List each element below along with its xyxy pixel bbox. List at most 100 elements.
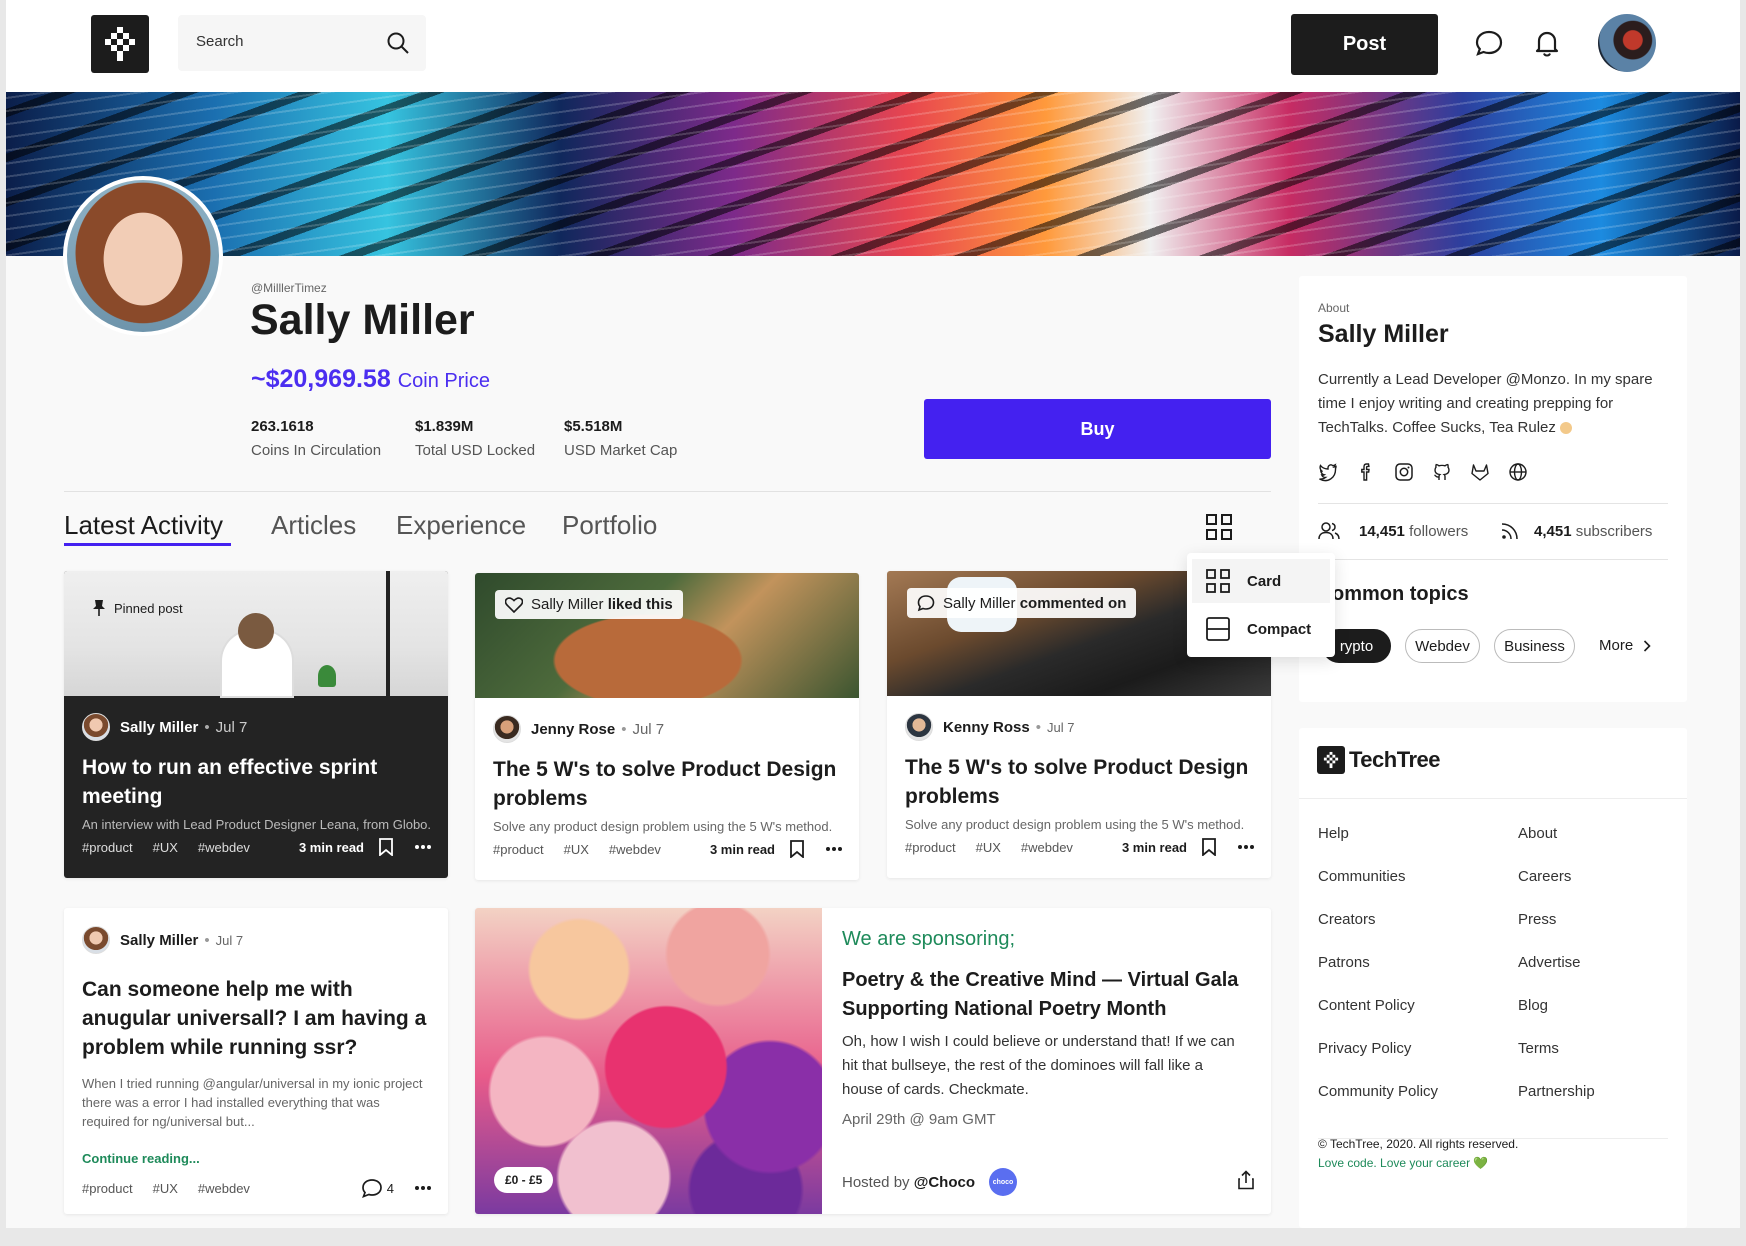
footer-link-terms[interactable]: Terms: [1518, 1040, 1559, 1057]
github-icon[interactable]: [1432, 462, 1452, 482]
tag[interactable]: #product: [82, 840, 133, 855]
followers-icon: [1318, 522, 1340, 540]
more-options-icon[interactable]: [414, 844, 432, 850]
price-range-badge: £0 - £5: [494, 1167, 554, 1193]
footer-link-blog[interactable]: Blog: [1518, 997, 1548, 1014]
author-name[interactable]: Jenny Rose: [531, 721, 615, 738]
bio-line: time I enjoy writing and creating preppi…: [1318, 395, 1614, 412]
tag[interactable]: #UX: [564, 842, 589, 857]
tab-latest-activity[interactable]: Latest Activity: [64, 510, 223, 541]
tab-experience[interactable]: Experience: [396, 510, 526, 541]
tag[interactable]: #UX: [153, 840, 178, 855]
card-title[interactable]: The 5 W's to solve Product Design proble…: [493, 755, 836, 813]
website-globe-icon[interactable]: [1508, 462, 1528, 482]
more-options-icon[interactable]: [414, 1185, 432, 1191]
notifications-bell-icon[interactable]: [1532, 28, 1562, 58]
instagram-icon[interactable]: [1394, 462, 1414, 482]
search-input[interactable]: Search: [178, 15, 426, 71]
subscribers-stat[interactable]: 4,451 subscribers: [1500, 521, 1652, 541]
footer-link-creators[interactable]: Creators: [1318, 911, 1376, 928]
tab-articles[interactable]: Articles: [271, 510, 356, 541]
footer-link-advertise[interactable]: Advertise: [1518, 954, 1581, 971]
topic-business[interactable]: Business: [1494, 629, 1575, 663]
chip-action: commented on: [1019, 594, 1127, 612]
more-options-icon[interactable]: [1237, 844, 1255, 850]
footer-link-help[interactable]: Help: [1318, 825, 1349, 842]
host-name[interactable]: @Choco: [914, 1174, 975, 1191]
tag[interactable]: #product: [493, 842, 544, 857]
card-footer: #product #UX #webdev 3 min read: [493, 840, 843, 858]
article-card[interactable]: Sally Miller liked this Jenny Rose • Jul…: [475, 573, 859, 880]
card-footer: #product #UX #webdev 3 min read: [82, 838, 432, 856]
question-card[interactable]: Sally Miller • Jul 7 Can someone help me…: [64, 908, 448, 1214]
more-options-icon[interactable]: [825, 846, 843, 852]
techtree-logo[interactable]: [91, 15, 149, 73]
comment-count: 4: [386, 1180, 394, 1196]
pin-icon: [93, 600, 105, 616]
footer-link-communities[interactable]: Communities: [1318, 868, 1406, 885]
view-option-compact[interactable]: Compact: [1192, 607, 1330, 651]
card-title-line: Can someone help me with: [82, 978, 353, 1001]
tag[interactable]: #UX: [153, 1181, 178, 1196]
user-avatar[interactable]: [1598, 14, 1656, 72]
tag[interactable]: #webdev: [198, 840, 250, 855]
footer-link-community-policy[interactable]: Community Policy: [1318, 1083, 1438, 1100]
stat-value: 263.1618: [251, 418, 314, 435]
chevron-right-icon: [1644, 639, 1651, 652]
gitlab-icon[interactable]: [1470, 462, 1490, 482]
sponsored-event-card[interactable]: £0 - £5 We are sponsoring; Poetry & the …: [475, 908, 1271, 1214]
twitter-icon[interactable]: [1318, 462, 1338, 482]
article-card[interactable]: Pinned post Sally Miller • Jul 7 How to …: [64, 571, 448, 878]
card-title[interactable]: Can someone help me with anugular univer…: [82, 975, 426, 1062]
search-icon[interactable]: [386, 31, 410, 60]
bookmark-icon[interactable]: [1201, 838, 1217, 856]
rss-feed-icon: [1501, 523, 1518, 540]
tag[interactable]: #product: [82, 1181, 133, 1196]
topic-webdev[interactable]: Webdev: [1405, 629, 1480, 663]
footer-link-careers[interactable]: Careers: [1518, 868, 1571, 885]
continue-reading-link[interactable]: Continue reading...: [82, 1151, 200, 1166]
post-button[interactable]: Post: [1291, 14, 1438, 75]
bookmark-icon[interactable]: [789, 840, 805, 858]
tag[interactable]: #webdev: [198, 1181, 250, 1196]
footer-link-about[interactable]: About: [1518, 825, 1557, 842]
profile-name: Sally Miller: [250, 296, 475, 344]
post-date: Jul 7: [1046, 719, 1075, 735]
coin-price-label: Coin Price: [397, 370, 490, 392]
author-name[interactable]: Kenny Ross: [943, 719, 1030, 736]
event-description-line: Oh, how I wish I could believe or unders…: [842, 1033, 1235, 1050]
author-name[interactable]: Sally Miller: [120, 719, 198, 736]
grid-view-icon[interactable]: [1205, 513, 1233, 546]
card-description: Solve any product design problem using t…: [493, 819, 833, 834]
view-option-card[interactable]: Card: [1192, 559, 1330, 603]
card-footer: #product #UX #webdev 4: [82, 1178, 432, 1198]
footer-link-patrons[interactable]: Patrons: [1318, 954, 1370, 971]
profile-banner: [6, 92, 1740, 256]
event-title[interactable]: Poetry & the Creative Mind — Virtual Gal…: [842, 966, 1238, 1024]
messages-icon[interactable]: [1474, 28, 1504, 58]
card-title[interactable]: How to run an effective sprint meeting: [82, 753, 377, 811]
card-description: Solve any product design problem using t…: [905, 817, 1245, 832]
tag[interactable]: #webdev: [1021, 840, 1073, 855]
tag[interactable]: #UX: [976, 840, 1001, 855]
brand-logo-icon: [1317, 746, 1345, 774]
buy-button[interactable]: Buy: [924, 399, 1271, 459]
card-title-line: meeting: [82, 785, 163, 808]
tag[interactable]: #webdev: [609, 842, 661, 857]
comment-icon[interactable]: [361, 1178, 383, 1198]
footer-link-privacy-policy[interactable]: Privacy Policy: [1318, 1040, 1411, 1057]
facebook-icon[interactable]: [1356, 462, 1376, 482]
tab-portfolio[interactable]: Portfolio: [562, 510, 657, 541]
card-title[interactable]: The 5 W's to solve Product Design proble…: [905, 753, 1248, 811]
followers-stat[interactable]: 14,451 followers: [1318, 521, 1468, 541]
footer-link-press[interactable]: Press: [1518, 911, 1556, 928]
footer-link-content-policy[interactable]: Content Policy: [1318, 997, 1415, 1014]
more-topics-link[interactable]: More: [1599, 637, 1651, 654]
author-name[interactable]: Sally Miller: [120, 932, 198, 949]
footer-link-partnership[interactable]: Partnership: [1518, 1083, 1595, 1100]
tag[interactable]: #product: [905, 840, 956, 855]
techtree-brand[interactable]: TechTree: [1317, 746, 1440, 774]
share-icon[interactable]: [1237, 1170, 1255, 1195]
pinned-label: Pinned post: [114, 600, 183, 616]
bookmark-icon[interactable]: [378, 838, 394, 856]
